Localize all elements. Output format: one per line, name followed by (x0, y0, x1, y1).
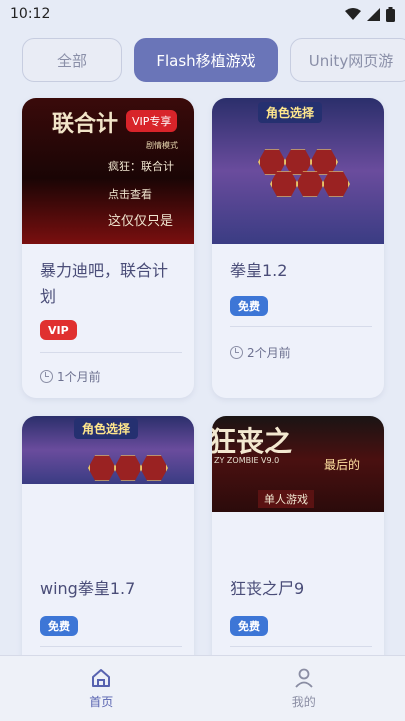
divider (230, 326, 372, 327)
game-thumbnail: 角色选择 (22, 416, 194, 484)
tab-all[interactable]: 全部 (22, 38, 122, 82)
vip-exclusive-tag: VIP专享 (126, 110, 177, 132)
thumb-subtitle-text: 单人游戏 (258, 490, 314, 508)
vip-badge: VIP (40, 320, 77, 340)
thumb-title-text: 联合计 (52, 106, 118, 138)
thumb-line: 剧情模式 (146, 140, 178, 151)
hex-portrait (140, 454, 168, 482)
thumb-subtitle-text: 最后的 (324, 456, 360, 473)
battery-icon (386, 7, 395, 22)
status-time: 10:12 (10, 6, 50, 22)
category-tabs: 全部 Flash移植游戏 Unity网页游 (0, 38, 405, 82)
time-text: 2个月前 (247, 344, 291, 361)
thumb-line: 点击查看 (108, 186, 152, 202)
nav-profile-label: 我的 (292, 693, 316, 710)
nav-profile[interactable]: 我的 (203, 656, 405, 721)
free-badge: 免费 (40, 616, 78, 636)
nav-home-label: 首页 (89, 693, 113, 710)
clock-icon (230, 346, 243, 359)
thumb-title-text: 狂丧之 (212, 420, 292, 460)
update-time: 1个月前 (40, 368, 101, 385)
bottom-navigation: 首页 我的 (0, 655, 405, 721)
game-card[interactable]: 联合计 VIP专享 剧情模式 疯狂：联合计 点击查看 这仅仅只是 暴力迪吧，联合… (22, 98, 194, 398)
signal-icon (367, 8, 380, 21)
hex-portrait (114, 454, 142, 482)
thumb-line: 疯狂：联合计 (108, 158, 174, 174)
divider (40, 352, 182, 353)
thumb-subtitle-text: ZY ZOMBIE V9.0 (214, 456, 279, 465)
game-thumbnail: 联合计 VIP专享 剧情模式 疯狂：联合计 点击查看 这仅仅只是 (22, 98, 194, 244)
hex-portrait (88, 454, 116, 482)
nav-home[interactable]: 首页 (0, 656, 203, 721)
tab-flash[interactable]: Flash移植游戏 (134, 38, 278, 82)
free-badge: 免费 (230, 296, 268, 316)
clock-icon (40, 370, 53, 383)
time-text: 1个月前 (57, 368, 101, 385)
status-icons (345, 7, 395, 22)
free-badge: 免费 (230, 616, 268, 636)
divider (40, 646, 182, 647)
game-thumbnail: 角色选择 (212, 98, 384, 244)
update-time: 2个月前 (230, 344, 291, 361)
game-title: wing拳皇1.7 (40, 576, 182, 602)
game-title: 狂丧之尸9 (230, 576, 372, 602)
thumb-title-text: 角色选择 (258, 102, 322, 123)
game-title: 拳皇1.2 (230, 258, 372, 284)
game-title: 暴力迪吧，联合计划 (40, 258, 182, 310)
game-card[interactable]: 角色选择 拳皇1.2 免费 2个月前 (212, 98, 384, 398)
thumb-title-text: 角色选择 (74, 418, 138, 439)
game-thumbnail: 狂丧之 ZY ZOMBIE V9.0 最后的 单人游戏 (212, 416, 384, 512)
home-icon (90, 667, 112, 689)
user-icon (293, 667, 315, 689)
status-bar: 10:12 (0, 0, 405, 28)
tab-unity[interactable]: Unity网页游 (290, 38, 405, 82)
divider (230, 646, 372, 647)
wifi-icon (345, 8, 361, 20)
thumb-line: 这仅仅只是 (108, 210, 173, 229)
